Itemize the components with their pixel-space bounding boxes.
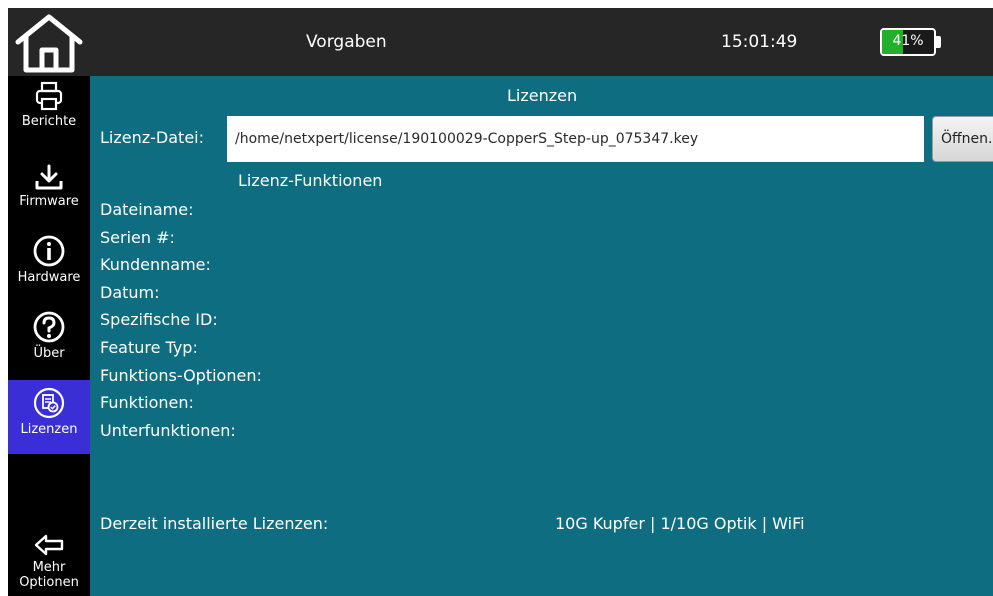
sidebar-item-label: Mehr Optionen — [19, 560, 79, 590]
sidebar-item-label: Lizenzen — [20, 422, 78, 437]
field-unterfunktionen: Unterfunktionen: — [100, 420, 236, 440]
field-kundenname: Kundenname: — [100, 255, 211, 275]
battery-percent: 41% — [892, 33, 924, 49]
battery-tip — [936, 36, 941, 48]
battery-indicator: 41% — [880, 28, 936, 56]
license-file-field[interactable]: /home/netxpert/license/190100029-CopperS… — [227, 116, 924, 162]
sidebar-item-label: Über — [33, 346, 65, 361]
info-icon — [33, 235, 65, 267]
app-window: Vorgaben 15:01:49 41% Berichte Firmware — [8, 8, 993, 596]
field-feature-typ: Feature Typ: — [100, 337, 198, 357]
printer-icon — [35, 81, 63, 111]
field-dateiname: Dateiname: — [100, 200, 194, 219]
license-file-label: Lizenz-Datei: — [100, 128, 204, 147]
field-datum: Datum: — [100, 282, 160, 302]
sidebar-item-firmware[interactable]: Firmware — [8, 164, 90, 226]
license-icon — [33, 387, 65, 419]
sidebar-item-label: Firmware — [19, 194, 79, 209]
section-title: Lizenzen — [507, 86, 578, 105]
field-serien: Serien #: — [100, 227, 175, 247]
top-bar: Vorgaben 15:01:49 41% — [8, 8, 993, 76]
clock: 15:01:49 — [721, 32, 798, 52]
sidebar-item-ueber[interactable]: Über — [8, 310, 90, 378]
license-functions-heading: Lizenz-Funktionen — [238, 171, 383, 190]
license-panel: Lizenzen Lizenz-Datei: /home/netxpert/li… — [90, 76, 993, 596]
open-button[interactable]: Öffnen... — [932, 116, 993, 162]
download-icon — [35, 164, 63, 190]
back-arrow-icon — [34, 534, 64, 556]
field-funktions-optionen: Funktions-Optionen: — [100, 365, 262, 385]
page-title: Vorgaben — [306, 32, 387, 52]
home-icon — [15, 14, 83, 73]
sidebar-item-hardware[interactable]: Hardware — [8, 234, 90, 302]
sidebar-item-label: Berichte — [21, 114, 77, 129]
sidebar-item-berichte[interactable]: Berichte — [8, 80, 90, 150]
home-button[interactable] — [10, 12, 88, 74]
field-spezifische-id: Spezifische ID: — [100, 310, 218, 330]
help-icon — [33, 311, 65, 343]
installed-licenses-label: Derzeit installierte Lizenzen: — [100, 514, 329, 533]
license-fields: Dateiname: Serien #: Kundenname: Datum: … — [100, 196, 262, 444]
field-funktionen: Funktionen: — [100, 393, 194, 413]
sidebar-item-label: Hardware — [17, 270, 81, 285]
sidebar: Berichte Firmware Hardware Über Lizenzen… — [8, 76, 90, 596]
sidebar-item-mehr-optionen[interactable]: Mehr Optionen — [8, 532, 90, 596]
sidebar-item-lizenzen[interactable]: Lizenzen — [8, 380, 90, 454]
installed-licenses-value: 10G Kupfer | 1/10G Optik | WiFi — [555, 514, 805, 533]
